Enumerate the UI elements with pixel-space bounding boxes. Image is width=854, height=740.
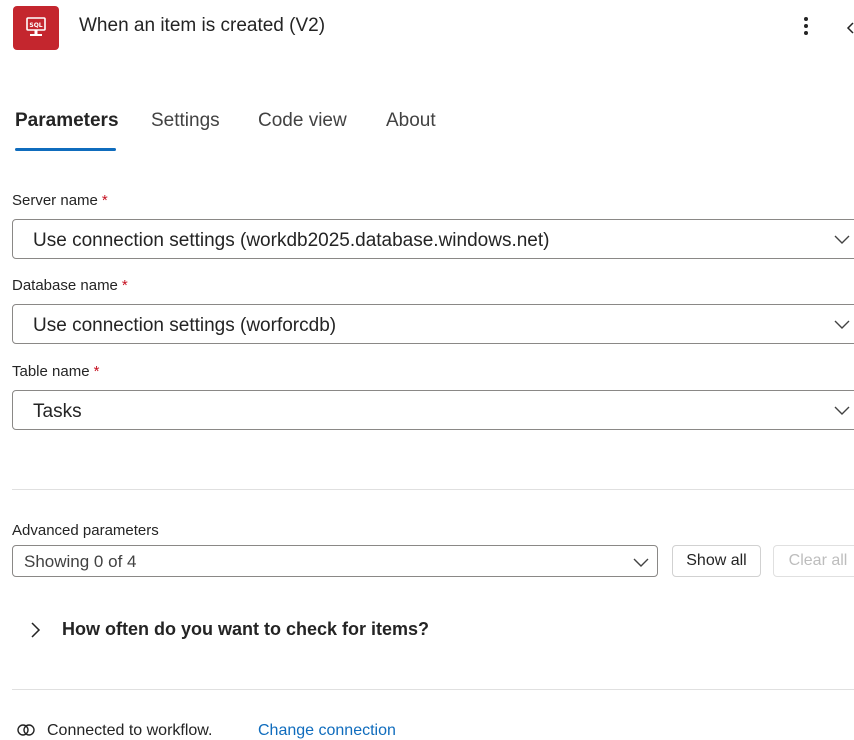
table-name-label: Table name * <box>12 363 99 380</box>
required-marker: * <box>121 277 128 294</box>
database-name-label: Database name * <box>12 277 128 294</box>
tab-parameters[interactable]: Parameters <box>15 110 119 132</box>
active-tab-indicator <box>15 148 116 151</box>
show-all-button[interactable]: Show all <box>672 545 761 577</box>
change-connection-link[interactable]: Change connection <box>258 722 396 740</box>
tab-settings[interactable]: Settings <box>151 110 220 132</box>
table-name-label-text: Table name <box>12 363 90 380</box>
advanced-parameters-value: Showing 0 of 4 <box>24 552 137 571</box>
tab-about[interactable]: About <box>386 110 436 132</box>
advanced-parameters-dropdown[interactable]: Showing 0 of 4 <box>12 545 658 577</box>
table-name-value: Tasks <box>33 401 82 422</box>
sql-server-icon: SQL <box>13 6 59 50</box>
database-name-label-text: Database name <box>12 277 118 294</box>
advanced-parameters-label: Advanced parameters <box>12 522 159 539</box>
chevron-down-icon <box>834 406 850 415</box>
server-name-label-text: Server name <box>12 192 98 209</box>
database-name-value: Use connection settings (worforcdb) <box>33 315 337 336</box>
tab-code-view[interactable]: Code view <box>258 110 347 132</box>
chevron-down-icon <box>834 320 850 329</box>
more-dot-icon <box>804 24 808 28</box>
collapse-panel-button[interactable] <box>842 14 854 44</box>
required-marker: * <box>93 363 100 380</box>
required-marker: * <box>101 192 108 209</box>
chevron-down-icon <box>633 558 649 567</box>
page-title: When an item is created (V2) <box>79 15 326 36</box>
link-icon <box>17 724 35 736</box>
chevron-down-icon <box>834 235 850 244</box>
chevron-left-icon <box>846 22 854 34</box>
database-name-dropdown[interactable]: Use connection settings (worforcdb) <box>12 304 854 344</box>
check-frequency-section-toggle[interactable]: How often do you want to check for items… <box>30 615 470 643</box>
more-dot-icon <box>804 31 808 35</box>
more-options-button[interactable] <box>796 14 816 44</box>
divider <box>12 689 854 690</box>
connection-status: Connected to workflow. <box>47 722 213 739</box>
server-name-dropdown[interactable]: Use connection settings (workdb2025.data… <box>12 219 854 259</box>
clear-all-button[interactable]: Clear all <box>773 545 854 577</box>
table-name-dropdown[interactable]: Tasks <box>12 390 854 430</box>
check-frequency-section-title: How often do you want to check for items… <box>62 619 430 639</box>
more-dot-icon <box>804 17 808 21</box>
server-name-label: Server name * <box>12 192 108 209</box>
chevron-right-icon <box>31 622 41 638</box>
divider <box>12 489 854 490</box>
server-name-value: Use connection settings (workdb2025.data… <box>33 230 550 251</box>
sql-icon-text: SQL <box>29 22 42 29</box>
